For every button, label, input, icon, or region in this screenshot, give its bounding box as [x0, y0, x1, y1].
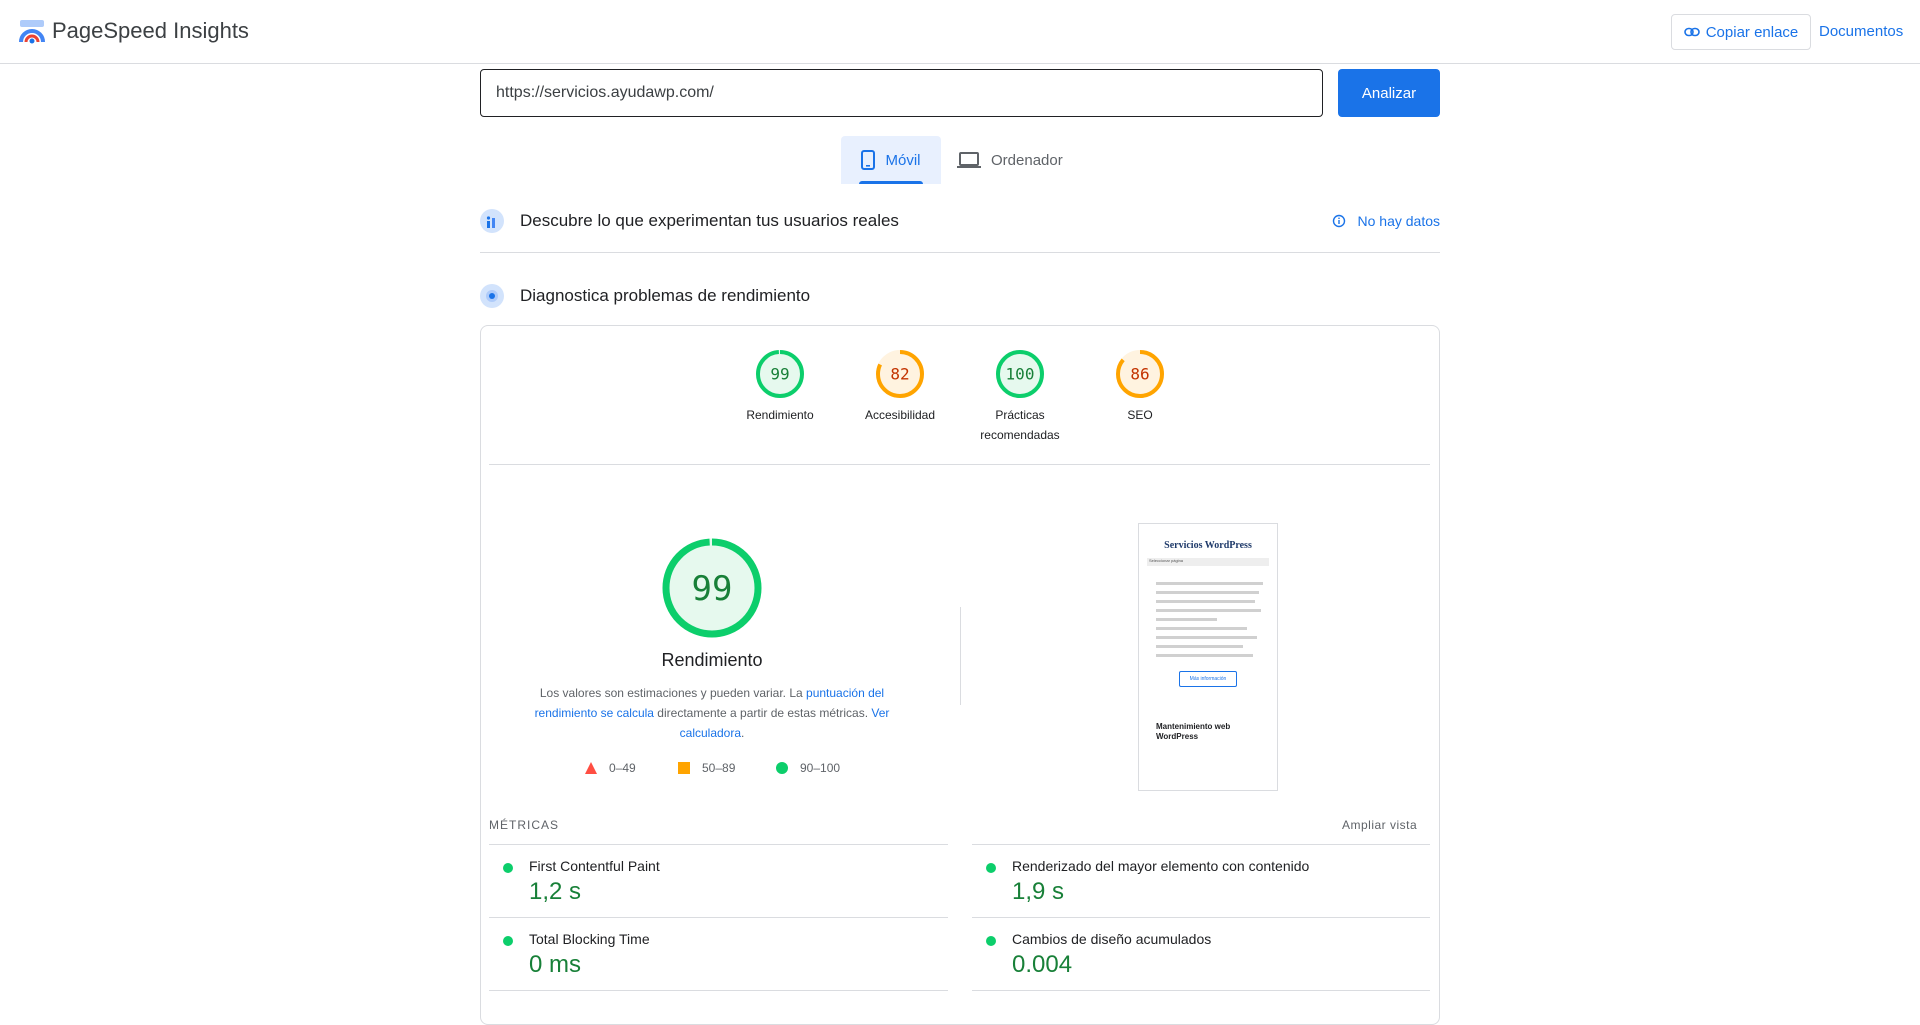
pass-dot-icon [503, 936, 513, 946]
gauge-ring-best-practices: 100 [996, 350, 1044, 398]
preview-text-line [1156, 591, 1259, 594]
note-text-2: directamente a partir de estas métricas. [653, 706, 872, 720]
info-icon [1332, 214, 1345, 228]
metric-value: 1,9 s [1012, 878, 1065, 905]
lighthouse-icon [480, 284, 504, 308]
preview-text-line [1156, 609, 1261, 612]
score-gauge-seo[interactable]: 86 SEO [1090, 349, 1190, 425]
metric-value: 0 ms [529, 951, 582, 978]
metrics-heading: MÉTRICAS [489, 818, 560, 832]
svg-text:100: 100 [1006, 365, 1035, 384]
metrics-divider [972, 844, 1430, 845]
copy-link-label: Copiar enlace [1705, 23, 1799, 41]
no-data-status[interactable]: No hay datos [1332, 213, 1441, 229]
smartphone-icon [861, 150, 876, 170]
legend-pass: 90–100 [776, 761, 840, 775]
metrics-divider [489, 844, 948, 845]
svg-text:99: 99 [770, 365, 789, 384]
tab-desktop[interactable]: Ordenador [957, 136, 1067, 184]
page-screenshot-thumbnail[interactable]: Servicios WordPress Seleccionar página M… [1138, 523, 1278, 791]
users-chart-icon [480, 209, 504, 233]
pass-dot-icon [503, 863, 513, 873]
score-gauge-accessibility[interactable]: 82 Accesibilidad [850, 349, 950, 425]
pass-dot-icon [986, 936, 996, 946]
app-title[interactable]: PageSpeed Insights [52, 18, 249, 44]
field-data-title: Descubre lo que experimentan tus usuario… [520, 211, 899, 230]
legend-average: 50–89 [678, 761, 735, 775]
performance-note: Los valores son estimaciones y pueden va… [526, 683, 898, 743]
svg-text:99: 99 [692, 569, 733, 609]
legend-average-label: 50–89 [702, 761, 736, 775]
score-label-seo: SEO [1127, 408, 1153, 422]
preview-text-line [1156, 627, 1247, 630]
copy-link-button[interactable]: Copiar enlace [1671, 14, 1811, 50]
preview-text-line [1156, 645, 1243, 648]
preview-button: Más información [1179, 671, 1237, 687]
preview-nav: Seleccionar página [1147, 558, 1269, 566]
score-gauge-best-practices[interactable]: 100 Prácticas recomendadas [970, 349, 1070, 445]
gauge-ring-seo: 86 [1116, 350, 1164, 398]
performance-title: Rendimiento [661, 650, 763, 670]
preview-text-line [1156, 600, 1255, 603]
preview-text-line [1156, 654, 1253, 657]
tab-desktop-label: Ordenador [991, 151, 1063, 169]
metric-value: 0.004 [1012, 951, 1073, 978]
top-bar: PageSpeed Insights Copiar enlace Documen… [0, 0, 1920, 64]
metric-value: 1,2 s [529, 878, 582, 905]
metrics-divider [489, 990, 948, 991]
legend-pass-label: 90–100 [800, 761, 841, 775]
gauge-ring-accessibility: 82 [876, 350, 924, 398]
pass-dot-icon [986, 863, 996, 873]
triangle-icon [585, 762, 597, 774]
docs-link[interactable]: Documentos [1819, 23, 1903, 40]
svg-text:86: 86 [1130, 365, 1149, 384]
svg-text:82: 82 [890, 365, 909, 384]
pagespeed-logo-icon[interactable] [18, 18, 46, 46]
preview-text-line [1156, 636, 1257, 639]
no-data-label: No hay datos [1357, 213, 1441, 229]
metric-name: Total Blocking Time [529, 931, 650, 947]
metrics-divider [972, 990, 1430, 991]
preview-text-line [1156, 618, 1217, 621]
score-label-best-practices: Prácticas recomendadas [980, 408, 1060, 442]
expand-view-toggle[interactable]: Ampliar vista [1342, 818, 1417, 832]
section-divider [480, 252, 1440, 253]
tab-selected-indicator [859, 181, 923, 184]
laptop-icon [957, 152, 981, 168]
score-label-performance: Rendimiento [746, 408, 814, 422]
square-icon [678, 762, 690, 774]
score-gauge-performance[interactable]: 99 Rendimiento [730, 349, 830, 425]
metric-name: First Contentful Paint [529, 858, 660, 874]
diagnostics-title: Diagnostica problemas de rendimiento [520, 286, 811, 305]
metric-name: Renderizado del mayor elemento con conte… [1012, 858, 1310, 874]
preview-text-line [1156, 582, 1263, 585]
preview-heading: Mantenimiento web WordPress [1156, 722, 1231, 741]
metric-name: Cambios de diseño acumulados [1012, 931, 1212, 947]
gauge-ring-performance: 99 [756, 350, 804, 398]
legend-fail-label: 0–49 [609, 761, 636, 775]
url-input[interactable]: https://servicios.ayudawp.com/ [480, 69, 1323, 117]
url-input-value: https://servicios.ayudawp.com/ [496, 84, 714, 101]
analyze-button[interactable]: Analizar [1338, 69, 1440, 117]
tab-mobile[interactable]: Móvil [841, 136, 941, 184]
metrics-divider [489, 917, 948, 918]
note-text-1: Los valores son estimaciones y pueden va… [539, 686, 807, 700]
preview-brand: Servicios WordPress [1164, 540, 1252, 551]
field-data-section: Descubre lo que experimentan tus usuario… [480, 209, 1440, 233]
performance-big-gauge: 99 [662, 538, 762, 638]
diagnostics-section: Diagnostica problemas de rendimiento [480, 284, 1440, 308]
gauges-divider [489, 464, 1430, 465]
link-icon [1683, 27, 1700, 37]
legend-fail: 0–49 [585, 761, 636, 775]
metrics-divider [972, 917, 1430, 918]
score-label-accessibility: Accesibilidad [864, 408, 936, 422]
vertical-separator [960, 607, 961, 705]
circle-icon [776, 762, 788, 774]
note-text-3: . [741, 726, 745, 740]
tab-mobile-label: Móvil [885, 151, 921, 169]
